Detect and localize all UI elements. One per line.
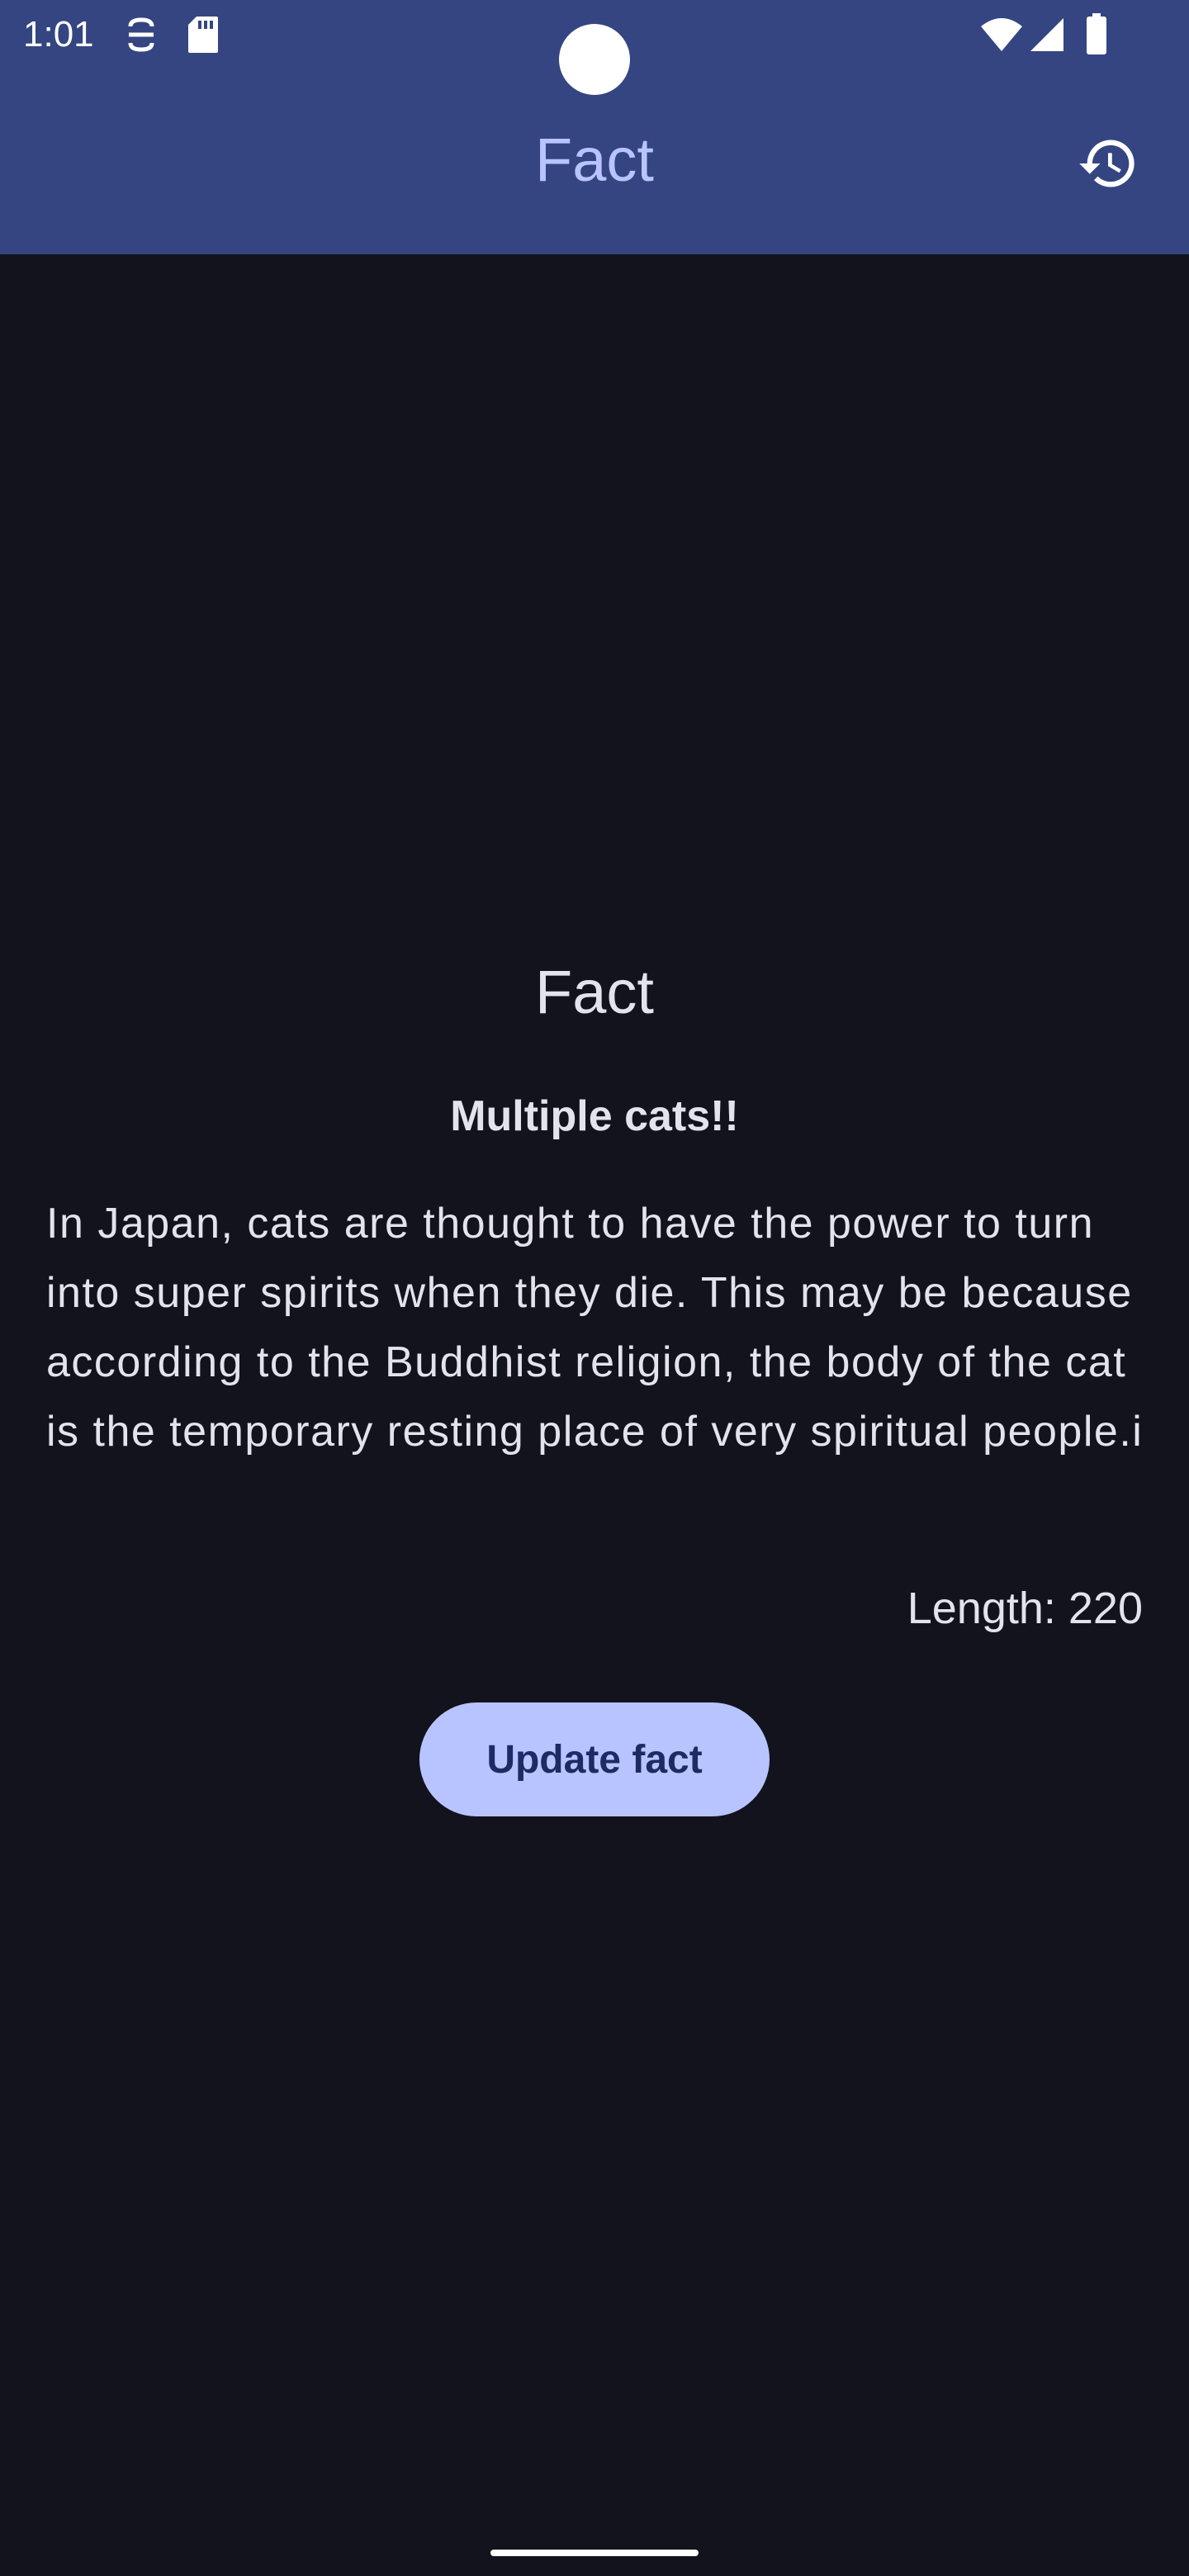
wifi-icon — [979, 17, 1024, 57]
update-fact-button[interactable]: Update fact — [419, 1702, 770, 1816]
status-time: 1:01 — [23, 14, 94, 54]
fact-length-label: Length: 220 — [907, 1584, 1143, 1633]
battery-icon — [1085, 13, 1108, 59]
top-app-bar: 1:01 Fact — [0, 0, 1189, 254]
fact-heading: Fact — [535, 958, 654, 1026]
signal-icon — [1029, 17, 1065, 57]
history-button[interactable] — [1073, 129, 1143, 198]
fact-screen: 1:01 Fact Fact Multiple cats!! In Japan,… — [0, 0, 1189, 2576]
sync-icon — [124, 15, 159, 59]
sd-card-icon — [187, 15, 220, 59]
app-bar-title: Fact — [535, 125, 654, 194]
fact-text: In Japan, cats are thought to have the p… — [46, 1200, 1144, 1456]
camera-cutout — [559, 24, 630, 95]
history-icon — [1079, 140, 1135, 187]
home-indicator[interactable] — [490, 2550, 699, 2556]
fact-subtitle: Multiple cats!! — [450, 1092, 739, 1140]
